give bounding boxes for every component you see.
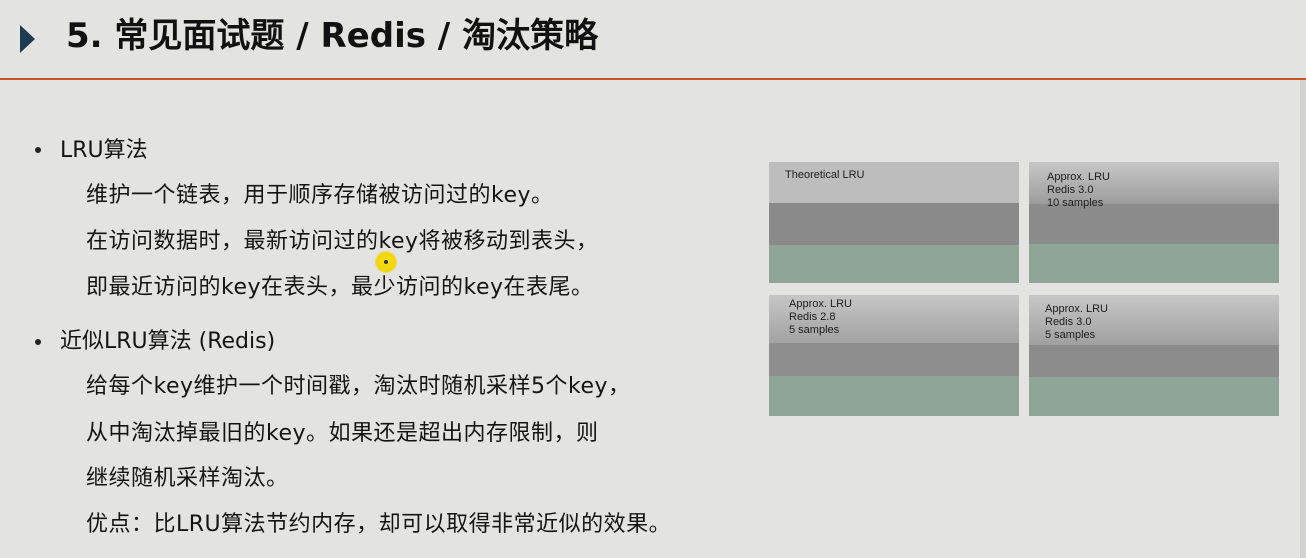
bullet-line: 从中淘汰掉最旧的key。如果还是超出内存限制，则 [86, 421, 599, 446]
bullet-dot [35, 339, 41, 345]
bullet-heading-approx-lru: 近似LRU算法 (Redis) [60, 329, 276, 354]
panel-approx-redis30-10: Approx. LRU Redis 3.0 10 samples [1029, 162, 1279, 283]
panel-label: Approx. LRU Redis 2.8 5 samples [789, 298, 852, 336]
pointer-highlight [375, 251, 397, 273]
bullet-line: 即最近访问的key在表头，最少访问的key在表尾。 [86, 275, 594, 300]
panel-label: Theoretical LRU [785, 169, 865, 181]
bullet-line: 维护一个链表，用于顺序存储被访问过的key。 [86, 183, 554, 208]
triangle-right-icon [20, 25, 35, 53]
panel-theoretical-lru: Theoretical LRU [769, 162, 1019, 283]
panel-label: Approx. LRU Redis 3.0 10 samples [1047, 171, 1110, 209]
bullet-line: 在访问数据时，最新访问过的key将被移动到表头， [86, 229, 599, 254]
bullet-line: 继续随机采样淘汰。 [86, 466, 289, 491]
panel-approx-redis28-5: Approx. LRU Redis 2.8 5 samples [769, 295, 1019, 416]
panel-label: Approx. LRU Redis 3.0 5 samples [1045, 303, 1108, 341]
slide-title: 5. 常见面试题 / Redis / 淘汰策略 [66, 16, 599, 56]
bullet-dot [35, 147, 41, 153]
bullet-line: 优点：比LRU算法节约内存，却可以取得非常近似的效果。 [86, 512, 672, 537]
bullet-line: 给每个key维护一个时间戳，淘汰时随机采样5个key， [86, 374, 631, 399]
right-edge [1300, 80, 1306, 558]
slide-header: 5. 常见面试题 / Redis / 淘汰策略 [0, 0, 1306, 80]
panel-approx-redis30-5: Approx. LRU Redis 3.0 5 samples [1029, 295, 1279, 416]
bullet-heading-lru: LRU算法 [60, 138, 148, 163]
